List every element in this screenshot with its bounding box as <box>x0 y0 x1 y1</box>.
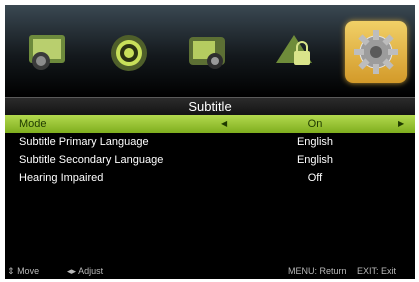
setting-label: Subtitle Secondary Language <box>19 154 164 166</box>
arrow-right-icon[interactable]: ▶ <box>398 115 404 133</box>
submenu-title: Subtitle <box>188 99 232 114</box>
submenu-title-bar: Subtitle <box>5 97 415 115</box>
setting-row-secondary-language[interactable]: Subtitle Secondary Language English <box>5 151 415 169</box>
move-hint: ⇕ Move <box>7 263 39 279</box>
tab-lock[interactable] <box>270 27 318 75</box>
footer-hints: ⇕ Move ◂▸ Adjust MENU: Return EXIT: Exit <box>5 263 415 279</box>
setting-row-primary-language[interactable]: Subtitle Primary Language English <box>5 133 415 151</box>
sound-icon <box>111 35 147 71</box>
setting-value: On <box>307 118 323 130</box>
setup-gear-icon <box>354 30 398 74</box>
move-hint-label: Move <box>17 266 40 276</box>
tab-sound[interactable] <box>105 27 153 75</box>
setting-label: Subtitle Primary Language <box>19 136 149 148</box>
tab-channel[interactable] <box>185 27 233 75</box>
up-down-arrows-icon: ⇕ <box>7 266 15 276</box>
adjust-hint: ◂▸ Adjust <box>67 263 103 279</box>
adjust-hint-label: Adjust <box>78 266 104 276</box>
setting-label: Hearing Impaired <box>19 172 104 184</box>
arrow-left-icon[interactable]: ◀ <box>221 115 227 133</box>
settings-list: Mode ◀ On ▶ Subtitle Primary Language En… <box>5 115 415 187</box>
menu-return-hint: MENU: Return <box>288 266 347 276</box>
left-right-arrows-icon: ◂▸ <box>67 266 77 276</box>
setting-row-hearing-impaired[interactable]: Hearing Impaired Off <box>5 169 415 187</box>
setting-value: Off <box>307 172 323 184</box>
channel-icon <box>189 37 225 69</box>
picture-icon <box>29 35 65 70</box>
lock-icon <box>276 35 312 65</box>
setting-row-mode[interactable]: Mode ◀ On ▶ <box>5 115 415 133</box>
setting-value: English <box>296 154 334 166</box>
menu-tab-bar <box>5 5 415 97</box>
exit-hint: EXIT: Exit <box>357 266 397 276</box>
tv-osd-menu: Subtitle Mode ◀ On ▶ Subtitle Primary La… <box>5 5 415 279</box>
setting-value: English <box>296 136 334 148</box>
setting-label: Mode <box>19 118 47 130</box>
tab-setup[interactable] <box>345 21 407 83</box>
tab-picture[interactable] <box>25 27 73 75</box>
